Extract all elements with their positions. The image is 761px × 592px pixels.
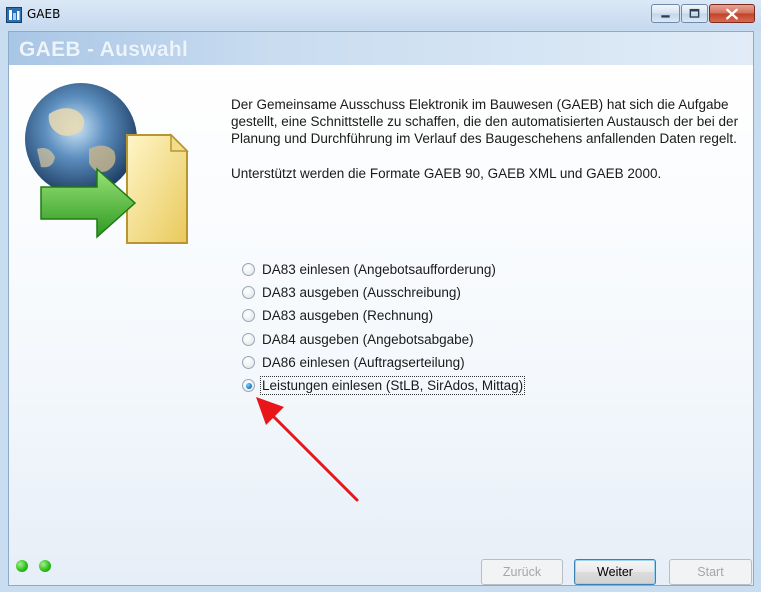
window-title: GAEB <box>27 7 61 21</box>
radio-option-da83-ausschreibung[interactable]: DA83 ausgeben (Ausschreibung) <box>242 281 523 304</box>
dialog-client-area: GAEB - Auswahl Der Gemeinsame Ausschuss … <box>8 31 754 586</box>
radio-label[interactable]: DA83 ausgeben (Rechnung) <box>262 308 433 323</box>
description-text: Der Gemeinsame Ausschuss Elektronik im B… <box>231 96 751 182</box>
radio-label[interactable]: DA84 ausgeben (Angebotsabgabe) <box>262 332 474 347</box>
red-arrow-icon <box>256 397 359 502</box>
minimize-button[interactable] <box>651 4 680 23</box>
radio-option-da83-rechnung[interactable]: DA83 ausgeben (Rechnung) <box>242 304 523 327</box>
title-bar: GAEB <box>0 0 761 30</box>
radio-option-da86-einlesen[interactable]: DA86 einlesen (Auftragserteilung) <box>242 351 523 374</box>
option-radio-group: DA83 einlesen (Angebotsaufforderung) DA8… <box>242 258 526 397</box>
close-icon <box>726 8 738 20</box>
green-dot-icon <box>39 560 51 572</box>
start-button[interactable]: Start <box>669 559 752 585</box>
radio-button[interactable] <box>242 309 255 323</box>
maximize-button[interactable] <box>681 4 708 23</box>
radio-option-da83-einlesen[interactable]: DA83 einlesen (Angebotsaufforderung) <box>242 258 523 281</box>
description-paragraph: Der Gemeinsame Ausschuss Elektronik im B… <box>231 97 739 146</box>
radio-label[interactable]: DA86 einlesen (Auftragserteilung) <box>262 355 465 370</box>
radio-button[interactable] <box>242 332 255 346</box>
green-dot-icon <box>16 560 28 572</box>
back-button[interactable]: Zurück <box>481 559 563 585</box>
page-title: GAEB - Auswahl <box>19 38 189 61</box>
gaeb-window: GAEB GAEB - Auswahl Der Gemeinsame Aussc… <box>0 0 761 592</box>
globe-document-import-icon <box>25 83 189 244</box>
radio-option-da84-angebotsabgabe[interactable]: DA84 ausgeben (Angebotsabgabe) <box>242 328 523 351</box>
radio-label[interactable]: DA83 ausgeben (Ausschreibung) <box>262 285 461 300</box>
maximize-icon <box>689 8 700 18</box>
minimize-icon <box>661 15 670 18</box>
header-banner: GAEB - Auswahl <box>9 32 753 65</box>
gaeb-app-icon <box>6 7 22 23</box>
radio-button[interactable] <box>242 355 255 369</box>
radio-button[interactable] <box>242 263 255 277</box>
close-button[interactable] <box>709 4 755 23</box>
next-button[interactable]: Weiter <box>574 559 656 585</box>
radio-button[interactable] <box>242 286 255 300</box>
radio-label[interactable]: DA83 einlesen (Angebotsaufforderung) <box>262 262 496 277</box>
description-formats: Unterstützt werden die Formate GAEB 90, … <box>231 166 662 181</box>
